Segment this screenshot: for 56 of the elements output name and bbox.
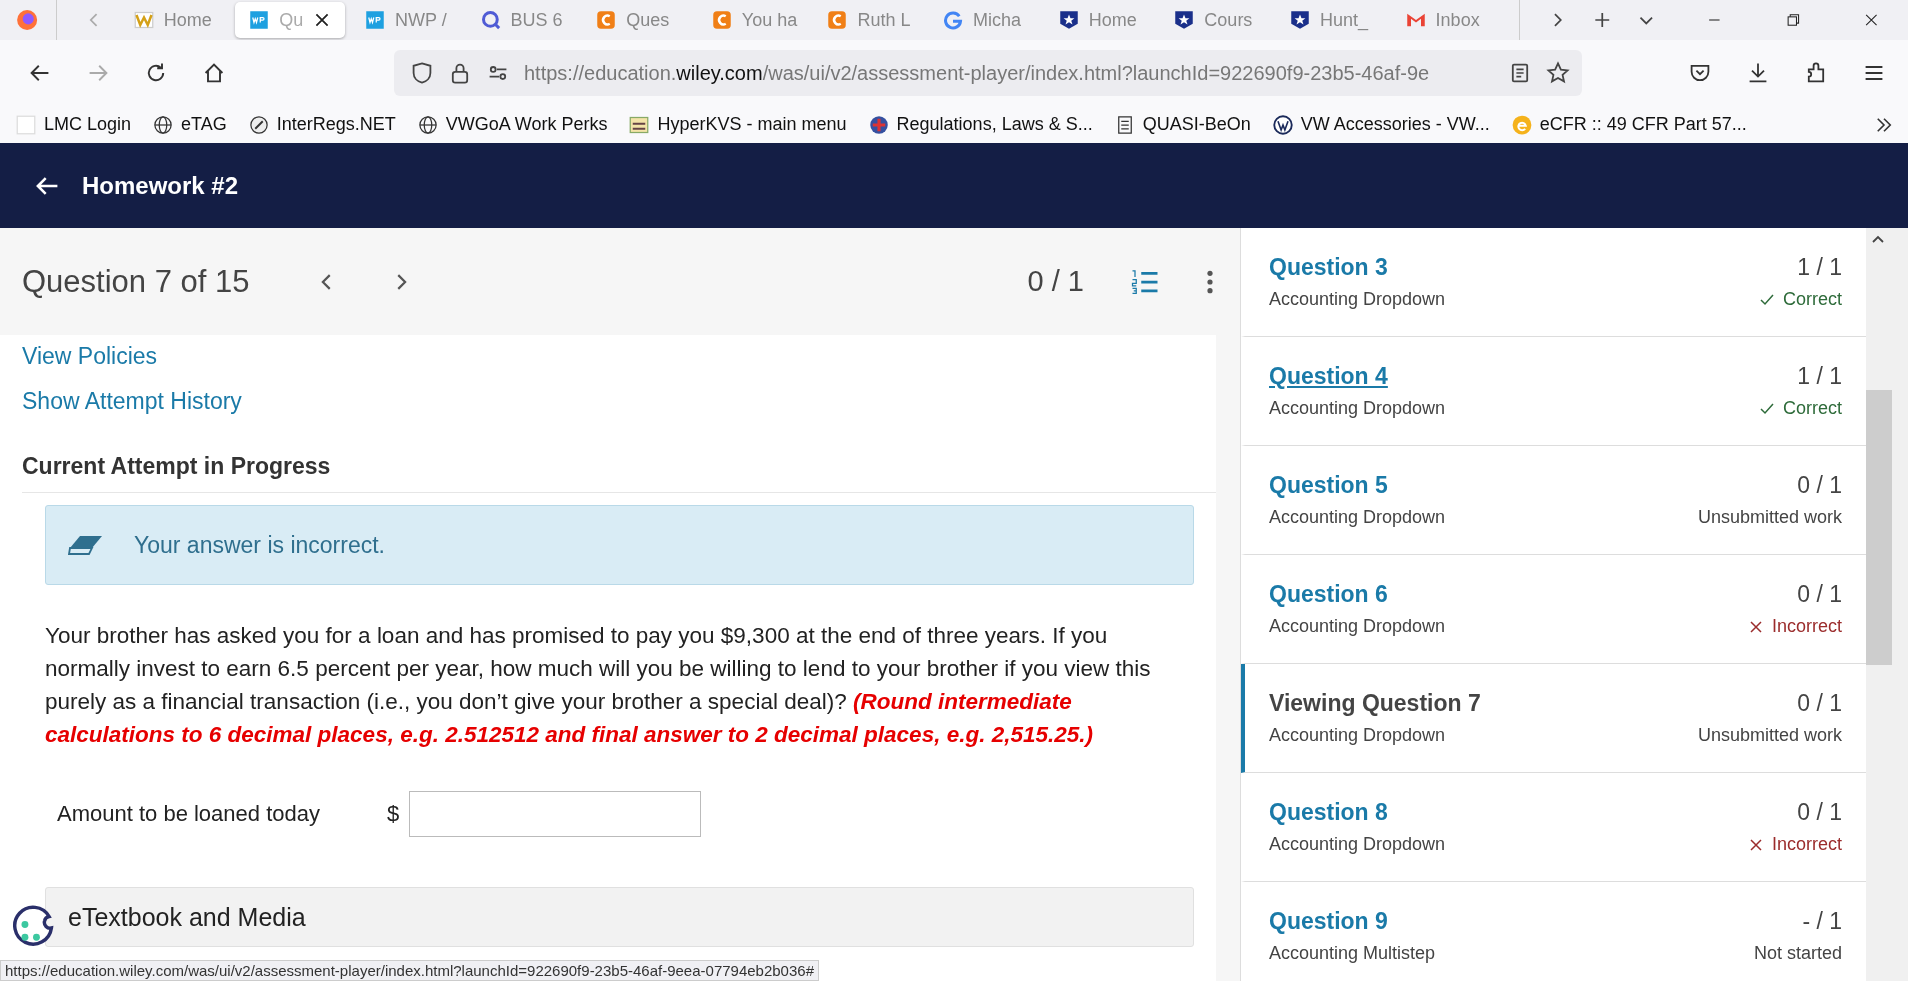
bookmark-item[interactable]: QUASI-BeOn [1114, 114, 1251, 135]
more-vertical-icon[interactable] [1206, 268, 1214, 295]
text-link[interactable]: Show Attempt History [22, 388, 242, 415]
bookmark-item[interactable]: VWGoA Work Perks [417, 114, 608, 135]
currency-sign: $ [387, 801, 401, 827]
assignment-title: Homework #2 [82, 171, 239, 200]
bookmark-item[interactable]: eCFR :: 49 CFR Part 57... [1511, 114, 1747, 135]
plus-icon[interactable] [1592, 10, 1612, 30]
wp-square-icon [365, 10, 385, 30]
bookmark-item[interactable]: eTAG [153, 114, 227, 135]
answer-label: Amount to be loaned today [57, 801, 321, 827]
bookmark-item[interactable]: InterRegs.NET [248, 114, 396, 135]
etextbook-section-header[interactable]: eTextbook and Media [45, 887, 1194, 947]
wp-square-icon [249, 10, 270, 30]
question-score: 0 / 1 [1027, 265, 1084, 298]
status-bar-url: https://education.wiley.com/was/ui/v2/assessment-player/index.html?launchId=922690f9-23b5-46af-9eea-07794eb2b036# [0, 960, 819, 981]
x-mark-icon [1747, 618, 1764, 635]
star-outline-icon[interactable] [1546, 61, 1570, 85]
restore-icon[interactable] [1784, 11, 1802, 29]
alert-text: Your answer is incorrect. [134, 531, 385, 559]
e-circle-icon [1511, 114, 1532, 135]
blank-page-icon [16, 114, 36, 135]
scrollbar-thumb[interactable] [1866, 390, 1892, 665]
c-square-icon [827, 10, 848, 30]
eraser-icon [68, 534, 104, 556]
circle-logo-icon [248, 114, 269, 135]
firefox-logo-icon[interactable] [16, 8, 39, 32]
c-square-icon [596, 10, 617, 30]
bookmark-item[interactable]: HyperKVS - main menu [629, 114, 847, 135]
x-mark-icon [1747, 836, 1764, 853]
home-icon[interactable] [202, 61, 226, 85]
q-letter-icon [480, 10, 501, 30]
star-badge-icon [1290, 10, 1310, 30]
vw-circle-logo-icon [1272, 114, 1293, 135]
close-icon[interactable] [1863, 11, 1880, 29]
g-letter-icon [943, 10, 964, 30]
globe-icon [417, 114, 438, 135]
shield-icon[interactable] [410, 61, 434, 85]
star-badge-icon [1174, 10, 1195, 30]
text-link[interactable]: View Policies [22, 343, 158, 370]
bookmark-item[interactable]: VW Accessories - VW... [1272, 114, 1490, 135]
answer-input-field[interactable] [409, 791, 701, 837]
section-heading: Current Attempt in Progress [22, 453, 1216, 493]
question-text: Your brother has asked you for a loan and has promised to pay you $9,300 at the end of three years. If you normally invest to earn 6.5 percent per year, how much will you be willing to lend to your brother if you view this purely as a financial transaction (i.e., you don’t give your brother a special deal)? (Round intermediate calculations to 6 decimal places, e.g. 2.512512 and final answer to 2 decimal places, e.g. 2,515.25.) [45, 622, 1152, 749]
scrollbar[interactable] [1866, 228, 1908, 981]
bookmark-item[interactable]: Regulations, Laws & S... [868, 114, 1093, 135]
star-badge-icon [1058, 10, 1079, 30]
kvs-logo-icon [629, 114, 650, 135]
round-seal-icon [868, 114, 889, 135]
address-bar[interactable]: https://education.wiley.com/was/ui/v2/assessment-player/index.html?launchId=922690f9-23b5-46af-9e [394, 50, 1582, 96]
c-square-icon [711, 10, 732, 30]
url-text: https://education.wiley.com/was/ui/v2/assessment-player/index.html?launchId=922690f9-23b5-46af-9e [524, 61, 1431, 85]
globe-icon [153, 114, 174, 135]
w-letter-icon [133, 10, 154, 30]
bookmark-item[interactable]: LMC Login [16, 114, 132, 135]
question-number: Question 7 of 15 [22, 263, 250, 300]
